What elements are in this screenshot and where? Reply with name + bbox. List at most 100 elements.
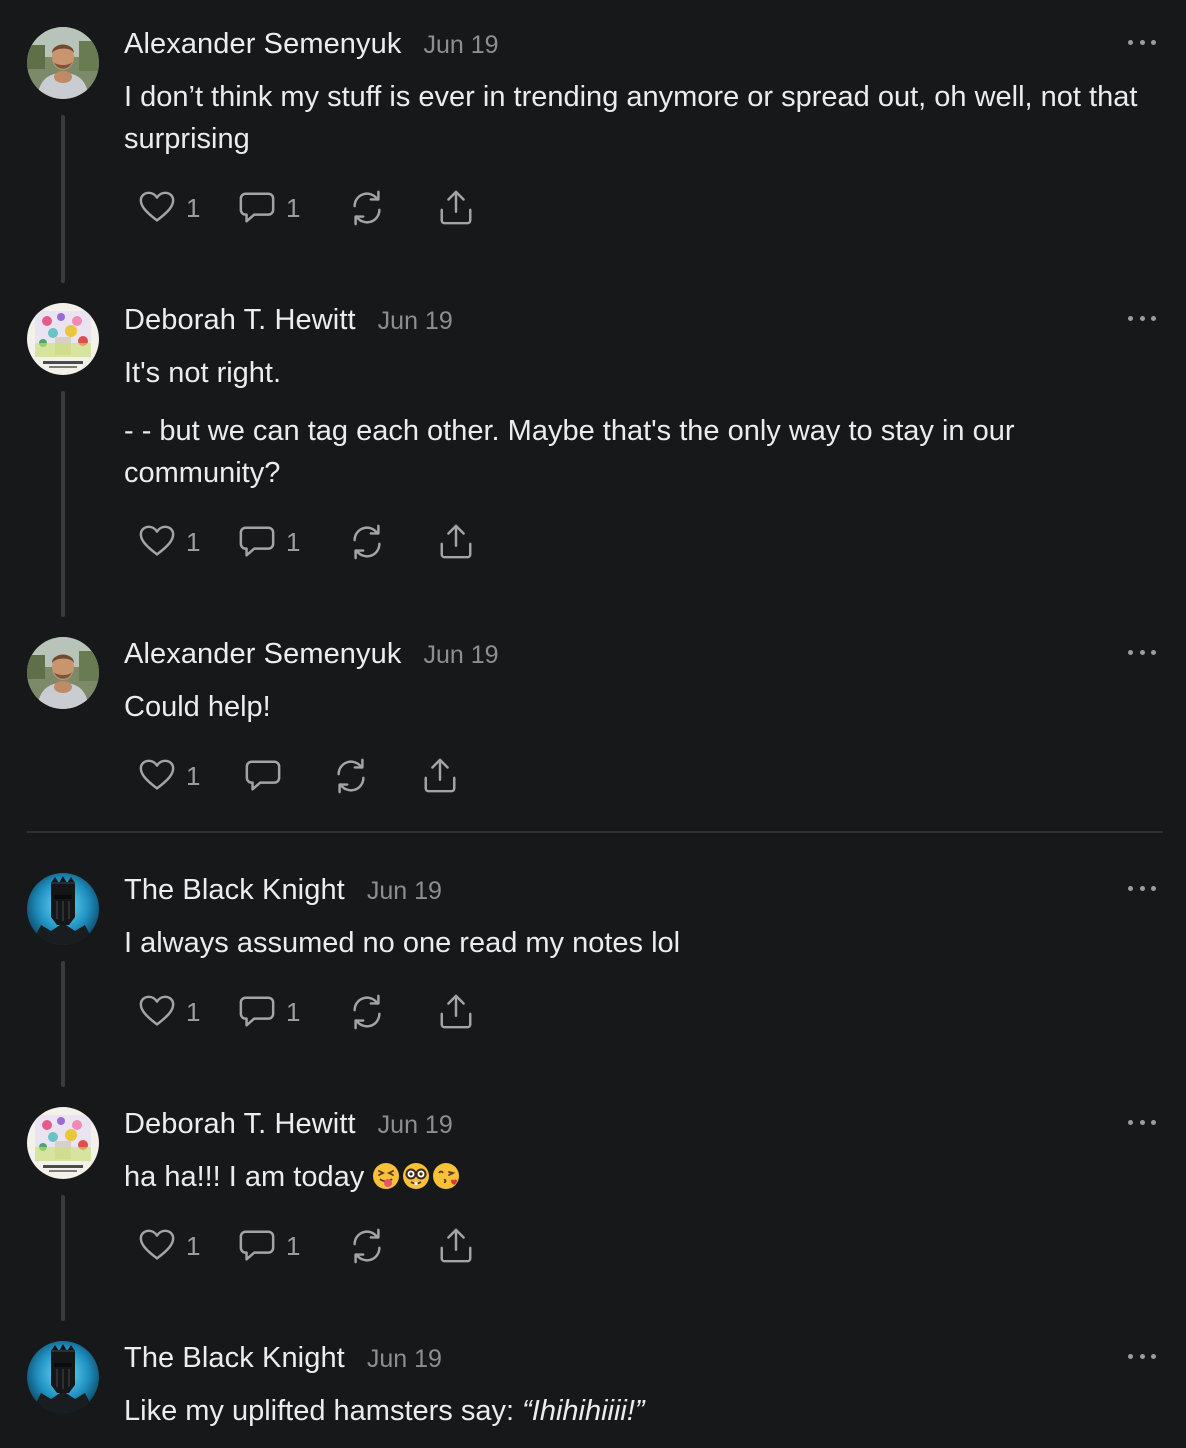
more-options-icon[interactable] <box>1128 308 1156 328</box>
note-header: The Black Knight Jun 19 <box>124 874 442 914</box>
face-blowing-kiss-icon <box>433 1163 460 1189</box>
comment-bubble-icon <box>244 757 282 795</box>
thread-connector <box>61 961 65 1087</box>
share-button[interactable] <box>437 1226 475 1266</box>
heart-icon <box>138 757 176 795</box>
avatar[interactable] <box>27 637 99 709</box>
share-button[interactable] <box>437 992 475 1032</box>
like-count: 1 <box>186 1230 201 1261</box>
like-button[interactable]: 1 <box>138 992 200 1032</box>
note-item[interactable]: The Black Knight Jun 19 Like my uplifted… <box>0 1314 1186 1448</box>
like-button[interactable]: 1 <box>138 1226 200 1266</box>
share-button[interactable] <box>421 756 459 796</box>
note-item[interactable]: Deborah T. Hewitt Jun 19 ha ha!!! I am t… <box>0 1080 1186 1330</box>
note-paragraph: - - but we can tag each other. Maybe tha… <box>124 415 1015 489</box>
author-name[interactable]: Deborah T. Hewitt <box>124 1108 356 1141</box>
like-count: 1 <box>186 192 201 223</box>
like-count: 1 <box>186 760 201 791</box>
note-text-run: Like my uplifted hamsters say: <box>124 1395 523 1427</box>
note-text: Like my uplifted hamsters say: “Ihihihii… <box>124 1390 1158 1432</box>
note-header: Alexander Semenyuk Jun 19 <box>124 28 499 68</box>
notes-thread: Alexander Semenyuk Jun 19 I don’t think … <box>0 0 1186 1448</box>
comment-button[interactable]: 1 <box>238 992 300 1032</box>
comment-button[interactable]: 1 <box>238 188 300 228</box>
more-options-icon[interactable] <box>1128 32 1156 52</box>
note-date[interactable]: Jun 19 <box>367 1345 442 1374</box>
comment-count: 1 <box>286 192 301 223</box>
author-name[interactable]: Alexander Semenyuk <box>124 28 401 61</box>
note-header: Deborah T. Hewitt Jun 19 <box>124 304 453 344</box>
note-date[interactable]: Jun 19 <box>423 31 498 60</box>
note-header: Alexander Semenyuk Jun 19 <box>124 638 499 678</box>
note-item[interactable]: Deborah T. Hewitt Jun 19 It's not right.… <box>0 276 1186 626</box>
comment-button[interactable] <box>244 756 282 796</box>
share-button[interactable] <box>437 188 475 228</box>
note-text: I always assumed no one read my notes lo… <box>124 922 1158 964</box>
note-item[interactable]: Alexander Semenyuk Jun 19 Could help! 1 <box>0 610 1186 830</box>
thread-connector <box>61 391 65 617</box>
avatar[interactable] <box>27 27 99 99</box>
comment-count: 1 <box>286 996 301 1027</box>
note-header: The Black Knight Jun 19 <box>124 1342 442 1382</box>
nerd-face-icon <box>403 1163 430 1189</box>
restack-button[interactable] <box>348 1226 386 1266</box>
like-button[interactable]: 1 <box>138 522 200 562</box>
heart-icon <box>138 1227 176 1265</box>
restack-button[interactable] <box>332 756 370 796</box>
avatar[interactable] <box>27 1107 99 1179</box>
note-paragraph: Like my uplifted hamsters say: “Ihihihii… <box>124 1390 1158 1432</box>
comment-bubble-icon <box>238 1227 276 1265</box>
comment-button[interactable]: 1 <box>238 1226 300 1266</box>
avatar[interactable] <box>27 873 99 945</box>
share-button[interactable] <box>437 522 475 562</box>
restack-button[interactable] <box>348 522 386 562</box>
note-text: ha ha!!! I am today <box>124 1156 1158 1198</box>
more-options-icon[interactable] <box>1128 878 1156 898</box>
restack-icon <box>348 189 386 227</box>
more-options-icon[interactable] <box>1128 1346 1156 1366</box>
share-icon <box>437 523 475 561</box>
comment-bubble-icon <box>238 993 276 1031</box>
comment-button[interactable]: 1 <box>238 522 300 562</box>
author-name[interactable]: Deborah T. Hewitt <box>124 304 356 337</box>
comment-count: 1 <box>286 1230 301 1261</box>
note-date[interactable]: Jun 19 <box>378 307 453 336</box>
note-date[interactable]: Jun 19 <box>423 641 498 670</box>
like-button[interactable]: 1 <box>138 756 200 796</box>
note-date[interactable]: Jun 19 <box>367 877 442 906</box>
note-item[interactable]: The Black Knight Jun 19 I always assumed… <box>0 846 1186 1096</box>
restack-icon <box>348 1227 386 1265</box>
section-divider <box>27 831 1163 833</box>
restack-icon <box>348 523 386 561</box>
heart-icon <box>138 523 176 561</box>
author-name[interactable]: The Black Knight <box>124 1342 345 1375</box>
avatar[interactable] <box>27 1341 99 1413</box>
heart-icon <box>138 993 176 1031</box>
like-count: 1 <box>186 526 201 557</box>
thread-connector <box>61 115 65 283</box>
restack-button[interactable] <box>348 992 386 1032</box>
share-icon <box>421 757 459 795</box>
comment-bubble-icon <box>238 189 276 227</box>
note-header: Deborah T. Hewitt Jun 19 <box>124 1108 453 1148</box>
avatar[interactable] <box>27 303 99 375</box>
more-options-icon[interactable] <box>1128 642 1156 662</box>
like-count: 1 <box>186 996 201 1027</box>
author-name[interactable]: The Black Knight <box>124 874 345 907</box>
share-icon <box>437 1227 475 1265</box>
note-paragraph: I always assumed no one read my notes lo… <box>124 927 681 959</box>
comment-count: 1 <box>286 526 301 557</box>
like-button[interactable]: 1 <box>138 188 200 228</box>
restack-button[interactable] <box>348 188 386 228</box>
note-date[interactable]: Jun 19 <box>378 1111 453 1140</box>
note-text: I don’t think my stuff is ever in trendi… <box>124 76 1158 160</box>
author-name[interactable]: Alexander Semenyuk <box>124 638 401 671</box>
squinting-face-with-tongue-icon <box>373 1163 400 1189</box>
restack-icon <box>332 757 370 795</box>
quote-text: “Ihihihiiii!” <box>522 1395 645 1427</box>
note-paragraph: I don’t think my stuff is ever in trendi… <box>124 81 1138 155</box>
restack-icon <box>348 993 386 1031</box>
more-options-icon[interactable] <box>1128 1112 1156 1132</box>
thread-connector <box>61 1195 65 1321</box>
note-item[interactable]: Alexander Semenyuk Jun 19 I don’t think … <box>0 0 1186 290</box>
